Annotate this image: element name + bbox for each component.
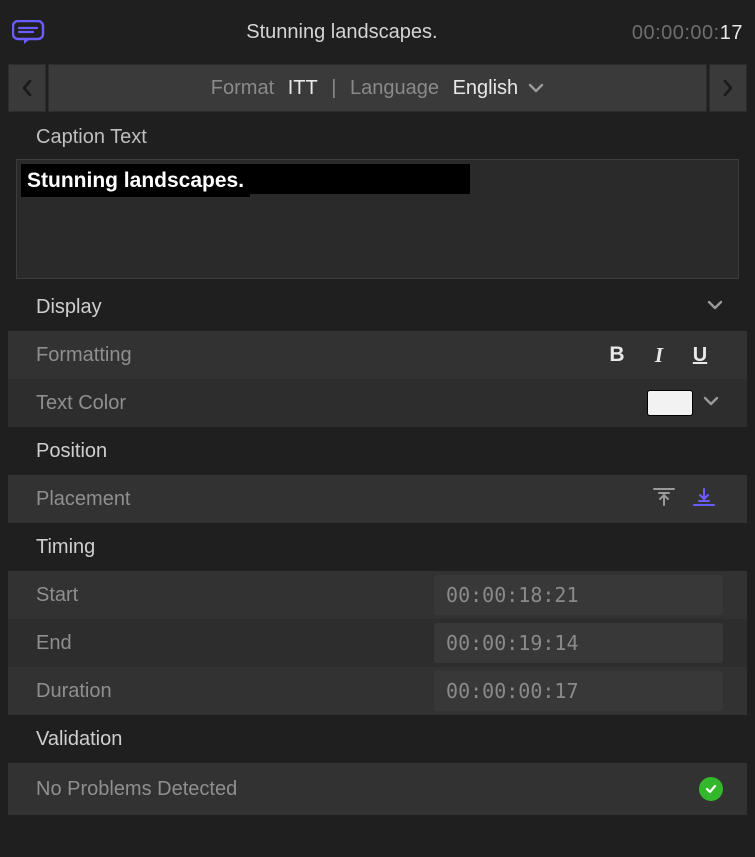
text-color-swatch[interactable]: [647, 390, 693, 416]
validation-status-row: No Problems Detected: [8, 763, 747, 815]
validation-section-label: Validation: [36, 728, 723, 751]
duration-value-field[interactable]: 00:00:00:17: [434, 671, 723, 711]
language-label: Language: [350, 77, 439, 100]
underline-button[interactable]: U: [691, 344, 709, 367]
timing-section-header: Timing: [8, 523, 747, 571]
validation-section-header: Validation: [8, 715, 747, 763]
caption-text-editor[interactable]: Stunning landscapes.: [16, 159, 739, 279]
placement-bottom-button[interactable]: [693, 487, 715, 512]
header-timecode: 00:00:00:17: [632, 20, 743, 45]
validation-ok-badge: [699, 777, 723, 801]
formatting-label: Formatting: [36, 344, 607, 367]
timing-end-row: End 00:00:19:14: [8, 619, 747, 667]
duration-value: 00:00:00:17: [446, 679, 578, 703]
display-section-label: Display: [36, 296, 707, 319]
caption-text-value[interactable]: Stunning landscapes.: [21, 164, 250, 197]
caption-text-selection-pad: [250, 164, 470, 194]
prev-caption-button[interactable]: [8, 64, 46, 112]
format-navbar: Format ITT | Language English: [8, 64, 747, 112]
italic-button[interactable]: I: [651, 343, 667, 368]
timing-duration-row: Duration 00:00:00:17: [8, 667, 747, 715]
placement-top-button[interactable]: [653, 487, 675, 512]
format-label: Format: [211, 77, 274, 100]
start-value-field[interactable]: 00:00:18:21: [434, 575, 723, 615]
placement-row: Placement: [8, 475, 747, 523]
position-section-header: Position: [8, 427, 747, 475]
start-value: 00:00:18:21: [446, 583, 578, 607]
timing-section-label: Timing: [36, 536, 723, 559]
align-top-icon: [653, 487, 675, 507]
end-value: 00:00:19:14: [446, 631, 578, 655]
placement-label: Placement: [36, 488, 653, 511]
caption-indicator-icon: [12, 20, 52, 44]
next-caption-button[interactable]: [709, 64, 747, 112]
validation-status-text: No Problems Detected: [36, 778, 699, 801]
chevron-right-icon: [721, 79, 735, 97]
text-color-row: Text Color: [8, 379, 747, 427]
chevron-left-icon: [20, 79, 34, 97]
bold-button[interactable]: B: [607, 343, 627, 367]
format-language-dropdown[interactable]: Format ITT | Language English: [48, 64, 707, 112]
text-color-label: Text Color: [36, 392, 647, 415]
caption-text-label: Caption Text: [8, 112, 747, 159]
display-section-header[interactable]: Display: [8, 283, 747, 331]
check-icon: [704, 782, 718, 796]
start-label: Start: [36, 584, 434, 607]
formatting-row: Formatting B I U: [8, 331, 747, 379]
duration-label: Duration: [36, 680, 434, 703]
language-value: English: [453, 77, 519, 100]
align-bottom-icon: [693, 487, 715, 507]
chevron-down-icon: [528, 77, 544, 100]
format-value: ITT: [288, 77, 318, 100]
timing-start-row: Start 00:00:18:21: [8, 571, 747, 619]
timecode-prefix: 00:00:00:: [632, 22, 720, 44]
page-title: Stunning landscapes.: [52, 21, 632, 44]
timecode-frames: 17: [720, 22, 743, 44]
format-separator: |: [331, 77, 336, 100]
chevron-down-icon[interactable]: [703, 394, 719, 412]
end-label: End: [36, 632, 434, 655]
end-value-field[interactable]: 00:00:19:14: [434, 623, 723, 663]
position-section-label: Position: [36, 440, 723, 463]
chevron-down-icon: [707, 298, 723, 316]
